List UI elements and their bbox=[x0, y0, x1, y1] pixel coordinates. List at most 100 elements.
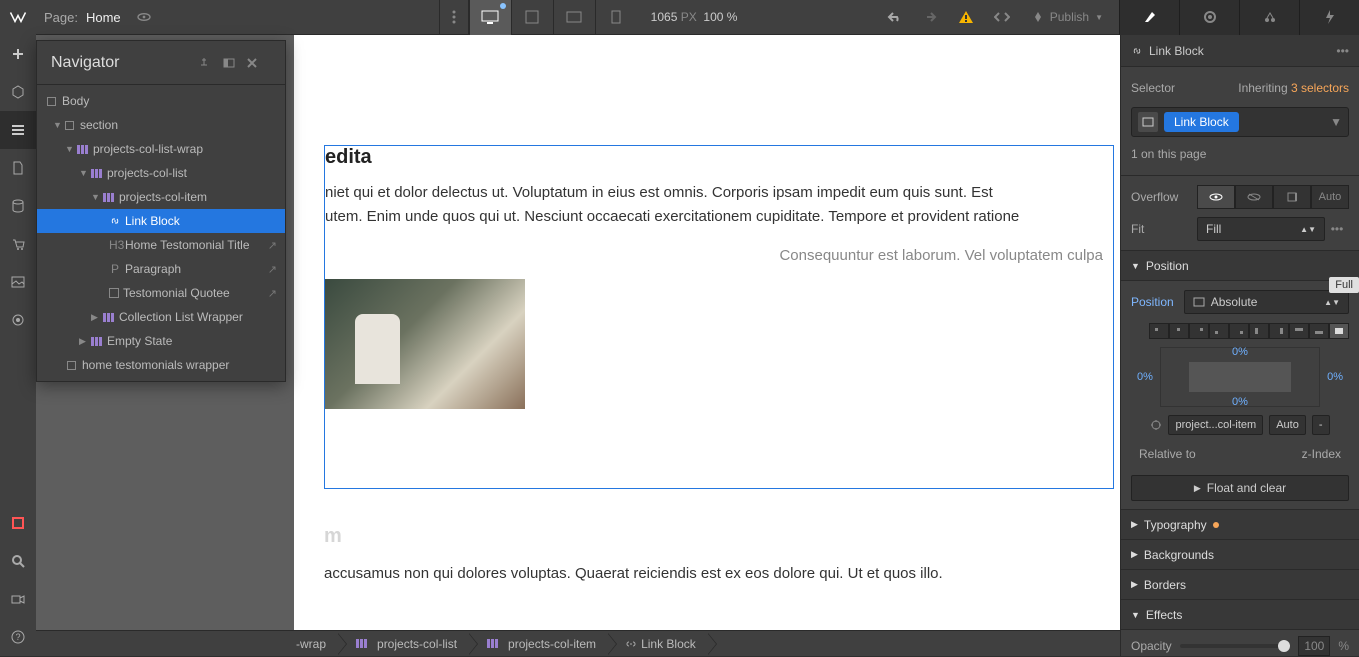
video-icon[interactable] bbox=[0, 580, 36, 618]
more-icon[interactable]: ••• bbox=[1325, 222, 1349, 236]
typography-accordion[interactable]: ▶Typography bbox=[1121, 510, 1359, 540]
float-clear-button[interactable]: ▶Float and clear bbox=[1131, 475, 1349, 501]
tree-wrap[interactable]: ▼projects-col-list-wrap bbox=[37, 137, 285, 161]
tree-body[interactable]: Body bbox=[37, 89, 285, 113]
symbols-icon[interactable] bbox=[0, 73, 36, 111]
cms-icon[interactable] bbox=[0, 187, 36, 225]
tree-quotee[interactable]: Testomonial Quotee↗ bbox=[37, 281, 285, 305]
overflow-hidden-button[interactable] bbox=[1235, 185, 1273, 209]
pos-preset[interactable] bbox=[1149, 323, 1169, 339]
effects-accordion[interactable]: ▼Effects bbox=[1121, 600, 1359, 630]
page-name[interactable]: Home bbox=[86, 10, 121, 25]
position-select[interactable]: Absolute▲▼ bbox=[1184, 290, 1349, 314]
zindex-auto[interactable]: Auto bbox=[1269, 415, 1306, 435]
selected-link-block[interactable]: edita niet qui et dolor delectus ut. Vol… bbox=[324, 145, 1114, 489]
card-quote: Consequuntur est laborum. Vel voluptatem… bbox=[325, 247, 1113, 264]
position-accordion[interactable]: ▼Position bbox=[1121, 251, 1359, 281]
pos-preset[interactable] bbox=[1309, 323, 1329, 339]
backgrounds-accordion[interactable]: ▶Backgrounds bbox=[1121, 540, 1359, 570]
fit-label: Fit bbox=[1131, 222, 1187, 236]
search-icon[interactable] bbox=[0, 542, 36, 580]
device-mobile-button[interactable] bbox=[595, 0, 637, 35]
pos-preset[interactable] bbox=[1209, 323, 1229, 339]
breadcrumb: -wrap projects-col-list projects-col-ite… bbox=[36, 630, 1120, 656]
device-tablet-button[interactable] bbox=[511, 0, 553, 35]
tree-list[interactable]: ▼projects-col-list bbox=[37, 161, 285, 185]
ecommerce-icon[interactable] bbox=[0, 225, 36, 263]
position-label: Position bbox=[1131, 295, 1174, 309]
code-icon[interactable] bbox=[984, 0, 1020, 35]
tree-link-block[interactable]: Link Block bbox=[37, 209, 285, 233]
relative-to-chip[interactable]: project...col-item bbox=[1168, 415, 1263, 435]
card-image bbox=[325, 279, 525, 409]
overflow-visible-button[interactable] bbox=[1197, 185, 1235, 209]
help-icon[interactable]: ? bbox=[0, 618, 36, 656]
pos-preset[interactable] bbox=[1269, 323, 1289, 339]
tree-section[interactable]: ▼section bbox=[37, 113, 285, 137]
more-icon[interactable]: ••• bbox=[1336, 44, 1349, 58]
pos-preset[interactable] bbox=[1249, 323, 1269, 339]
selector-input[interactable]: Link Block ▼ bbox=[1131, 107, 1349, 137]
chevron-down-icon[interactable]: ▼ bbox=[1330, 115, 1342, 129]
tree-homewrap[interactable]: home testomonials wrapper bbox=[37, 353, 285, 377]
close-icon[interactable] bbox=[247, 58, 271, 68]
card-title: edita bbox=[325, 146, 1113, 169]
opacity-slider[interactable] bbox=[1180, 644, 1291, 648]
dock-icon[interactable] bbox=[223, 58, 247, 68]
redo-icon[interactable] bbox=[912, 0, 948, 35]
tree-item[interactable]: ▼projects-col-item bbox=[37, 185, 285, 209]
on-page-label: 1 on this page bbox=[1131, 147, 1206, 161]
canvas-width: 1065 PX 100 % bbox=[651, 10, 738, 24]
style-manager-tab[interactable] bbox=[1239, 0, 1299, 35]
overflow-auto-button[interactable]: Auto bbox=[1311, 185, 1349, 209]
selector-label: Selector bbox=[1131, 81, 1175, 95]
pos-preset[interactable] bbox=[1189, 323, 1209, 339]
navigator-icon[interactable] bbox=[0, 111, 36, 149]
position-box[interactable]: 0% 0% 0% 0% bbox=[1160, 347, 1320, 407]
card-body: niet qui et dolor delectus ut. Voluptatu… bbox=[325, 181, 1113, 229]
borders-accordion[interactable]: ▶Borders bbox=[1121, 570, 1359, 600]
pos-preset[interactable] bbox=[1289, 323, 1309, 339]
site-settings-icon[interactable] bbox=[0, 301, 36, 339]
navigator-tree: Body ▼section ▼projects-col-list-wrap ▼p… bbox=[37, 85, 285, 381]
add-element-icon[interactable] bbox=[0, 35, 36, 73]
menu-dots-icon[interactable] bbox=[439, 0, 469, 35]
style-tab[interactable] bbox=[1119, 0, 1179, 35]
audit-icon[interactable] bbox=[0, 504, 36, 542]
opacity-value[interactable]: 100 bbox=[1298, 636, 1330, 656]
overflow-scroll-button[interactable] bbox=[1273, 185, 1311, 209]
breadcrumb-item[interactable]: Link Block bbox=[608, 631, 708, 657]
pos-preset-full[interactable] bbox=[1329, 323, 1349, 339]
tree-h3[interactable]: H3Home Testomonial Title↗ bbox=[37, 233, 285, 257]
canvas[interactable]: edita niet qui et dolor delectus ut. Vol… bbox=[294, 35, 1120, 630]
interactions-tab[interactable] bbox=[1299, 0, 1359, 35]
overflow-label: Overflow bbox=[1131, 190, 1187, 204]
pos-preset[interactable] bbox=[1229, 323, 1249, 339]
webflow-logo[interactable] bbox=[0, 0, 36, 35]
publish-button[interactable]: Publish ▼ bbox=[1020, 10, 1115, 24]
rocket-icon bbox=[1032, 11, 1044, 23]
settings-tab[interactable] bbox=[1179, 0, 1239, 35]
undo-icon[interactable] bbox=[876, 0, 912, 35]
fit-select[interactable]: Fill▲▼ bbox=[1197, 217, 1325, 241]
selector-prefix-icon[interactable] bbox=[1138, 112, 1158, 132]
navigator-panel: Navigator Body ▼section ▼projects-col-li… bbox=[36, 40, 286, 382]
tree-paragraph[interactable]: PParagraph↗ bbox=[37, 257, 285, 281]
breadcrumb-item[interactable]: projects-col-item bbox=[469, 631, 608, 657]
breadcrumb-item[interactable]: -wrap bbox=[36, 631, 338, 657]
pin-icon[interactable] bbox=[199, 57, 223, 69]
pos-preset[interactable] bbox=[1169, 323, 1189, 339]
pages-icon[interactable] bbox=[0, 149, 36, 187]
device-tablet-landscape-button[interactable] bbox=[553, 0, 595, 35]
preview-icon[interactable] bbox=[129, 9, 159, 25]
device-desktop-button[interactable] bbox=[469, 0, 511, 35]
warning-icon[interactable] bbox=[948, 0, 984, 35]
style-panel: Link Block ••• Selector Inheriting 3 sel… bbox=[1120, 35, 1359, 656]
selector-chip[interactable]: Link Block bbox=[1164, 112, 1239, 132]
assets-icon[interactable] bbox=[0, 263, 36, 301]
tree-empty[interactable]: ▶Empty State bbox=[37, 329, 285, 353]
tree-collection[interactable]: ▶Collection List Wrapper bbox=[37, 305, 285, 329]
breadcrumb-item[interactable]: projects-col-list bbox=[338, 631, 469, 657]
card2-body: accusamus non qui dolores voluptas. Quae… bbox=[324, 562, 1114, 586]
zindex-dash[interactable]: - bbox=[1312, 415, 1330, 435]
